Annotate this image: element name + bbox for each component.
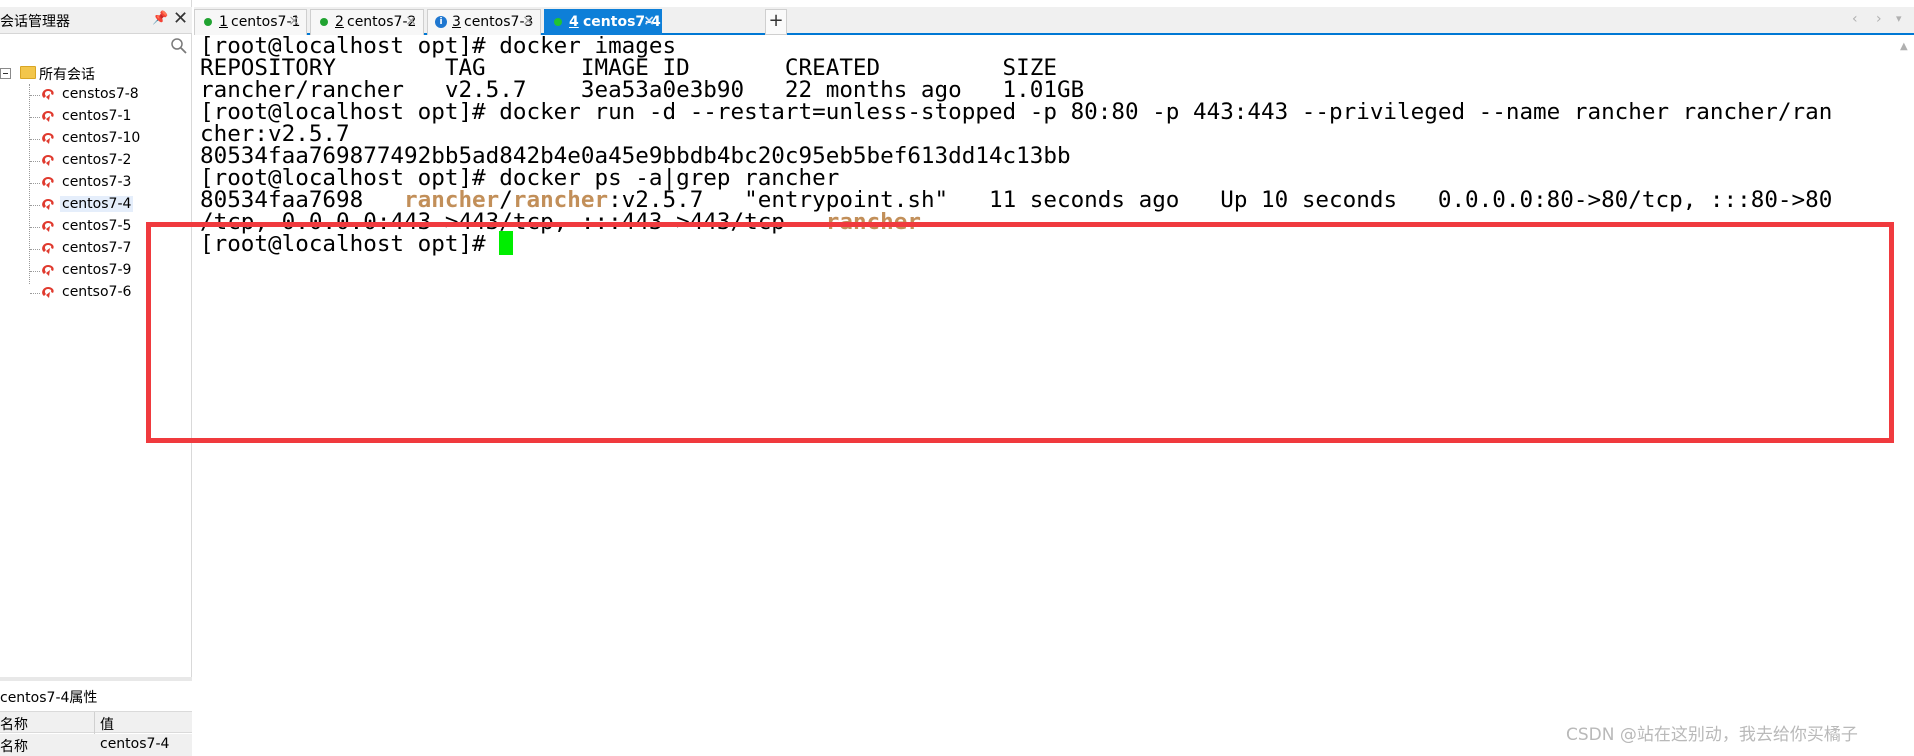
session-item-label: centos7-4 bbox=[60, 196, 134, 212]
collapse-icon[interactable] bbox=[0, 68, 11, 79]
tab-centos7-4[interactable]: 4 centos7-4 × bbox=[544, 9, 662, 35]
folder-icon bbox=[20, 66, 36, 79]
tree-connector bbox=[30, 139, 40, 140]
tab-number: 3 bbox=[452, 14, 461, 30]
connected-status-icon bbox=[204, 18, 212, 26]
session-icon bbox=[42, 199, 54, 210]
session-manager-title: 会话管理器 bbox=[0, 14, 70, 30]
tree-connector bbox=[30, 95, 40, 96]
session-item-label: centos7-5 bbox=[62, 218, 132, 234]
tree-root-label: 所有会话 bbox=[39, 67, 95, 83]
tab-close-icon[interactable]: × bbox=[288, 13, 300, 29]
connected-status-icon bbox=[554, 18, 562, 26]
pin-icon[interactable]: 📌 bbox=[152, 11, 168, 26]
session-icon bbox=[42, 177, 54, 188]
new-tab-button[interactable]: + bbox=[765, 9, 787, 35]
session-icon bbox=[42, 221, 54, 232]
session-item-label: centos7-3 bbox=[62, 174, 132, 190]
tree-connector bbox=[30, 271, 40, 272]
tree-connector bbox=[30, 117, 40, 118]
tree-root-all-sessions[interactable]: 所有会话 bbox=[0, 62, 190, 84]
tree-connector bbox=[30, 161, 40, 162]
tree-connector bbox=[30, 183, 40, 184]
tab-close-icon[interactable]: × bbox=[522, 13, 534, 29]
tab-number: 4 bbox=[569, 14, 579, 30]
property-name: 名称 bbox=[0, 739, 28, 755]
column-divider[interactable] bbox=[94, 712, 95, 734]
session-icon bbox=[42, 243, 54, 254]
session-item-label: centos7-1 bbox=[62, 108, 132, 124]
tab-list-dropdown-icon[interactable]: ▾ bbox=[1896, 12, 1902, 25]
connected-status-icon bbox=[320, 18, 328, 26]
close-icon[interactable]: ✕ bbox=[173, 8, 188, 29]
session-item-label: censtos7-8 bbox=[62, 86, 139, 102]
tab-centos7-2[interactable]: 2 centos7-2 × bbox=[310, 9, 424, 35]
session-icon bbox=[42, 287, 54, 298]
session-item-label: centos7-7 bbox=[62, 240, 132, 256]
tab-close-icon[interactable]: × bbox=[643, 13, 655, 29]
session-item-label: centos7-10 bbox=[62, 130, 141, 146]
properties-header-row: 名称 值 bbox=[0, 711, 192, 734]
tab-centos7-3[interactable]: i 3 centos7-3 × bbox=[427, 9, 541, 35]
session-icon bbox=[42, 155, 54, 166]
terminal-scrollbar[interactable]: ▲ bbox=[1896, 37, 1914, 753]
session-item[interactable]: centos7-1 bbox=[0, 106, 190, 128]
tab-number: 1 bbox=[219, 14, 228, 30]
properties-header-value: 值 bbox=[100, 717, 114, 733]
scroll-up-icon[interactable]: ▲ bbox=[1900, 41, 1908, 52]
tree-connector bbox=[30, 293, 40, 294]
session-icon bbox=[42, 133, 54, 144]
session-icon bbox=[42, 111, 54, 122]
session-item[interactable]: centos7-4 bbox=[0, 194, 190, 216]
session-item[interactable]: centos7-3 bbox=[0, 172, 190, 194]
properties-title: centos7-4属性 bbox=[0, 690, 98, 706]
properties-header-name: 名称 bbox=[0, 717, 28, 733]
session-manager-header: 会话管理器 📌 ✕ bbox=[0, 7, 192, 34]
session-item[interactable]: centos7-2 bbox=[0, 150, 190, 172]
tree-connector bbox=[30, 249, 40, 250]
properties-panel: centos7-4属性 名称 值 名称 centos7-4 bbox=[0, 677, 192, 756]
session-icon bbox=[42, 89, 54, 100]
tree-connector bbox=[30, 205, 40, 206]
info-icon: i bbox=[435, 16, 447, 28]
session-item[interactable]: censtos7-8 bbox=[0, 84, 190, 106]
search-icon[interactable] bbox=[170, 37, 188, 55]
session-item-label: centso7-6 bbox=[62, 284, 132, 300]
session-item[interactable]: centos7-10 bbox=[0, 128, 190, 150]
session-item-label: centos7-9 bbox=[62, 262, 132, 278]
session-item-label: centos7-2 bbox=[62, 152, 132, 168]
session-icon bbox=[42, 265, 54, 276]
terminal-line: [root@localhost opt]# docker run -d --re… bbox=[200, 99, 1833, 125]
tab-scroll-right-icon[interactable]: › bbox=[1876, 11, 1882, 27]
tab-scroll-left-icon[interactable]: ‹ bbox=[1852, 11, 1858, 27]
annotation-highlight-box bbox=[146, 222, 1894, 443]
tab-close-icon[interactable]: × bbox=[405, 13, 417, 29]
tab-centos7-1[interactable]: 1 centos7-1 × bbox=[194, 9, 307, 35]
tab-number: 2 bbox=[335, 14, 344, 30]
property-value: centos7-4 bbox=[100, 736, 170, 752]
session-tab-bar: 1 centos7-1 × 2 centos7-2 × i 3 centos7-3 × 4 cento… bbox=[194, 7, 1914, 35]
tree-connector bbox=[30, 227, 40, 228]
watermark: CSDN @站在这别动，我去给你买橘子 bbox=[1566, 725, 1858, 745]
